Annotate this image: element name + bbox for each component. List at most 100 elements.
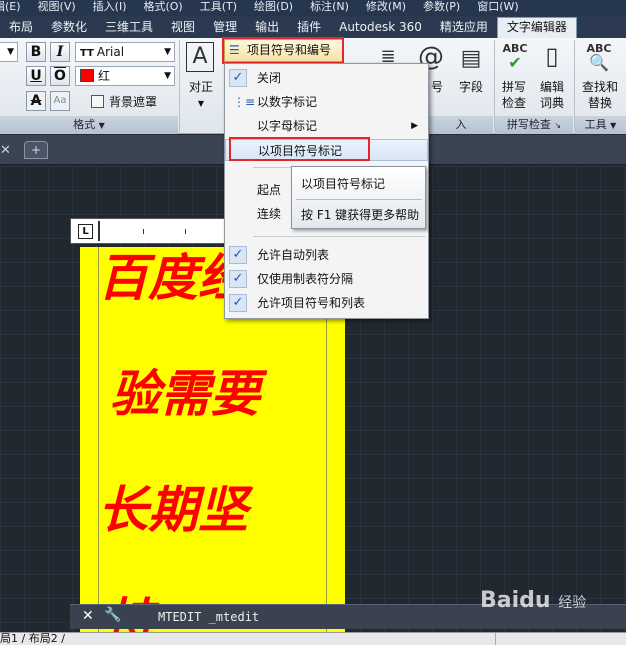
justify-icon[interactable]: A (186, 42, 214, 72)
mtext-line-2[interactable]: 验需要 (110, 366, 260, 422)
menu-item-off[interactable]: ✓ 关闭 (225, 67, 428, 89)
font-icon: TT (80, 48, 94, 59)
tools-group-bar[interactable]: 工具 ▼ (575, 116, 626, 134)
chevron-down-icon: ▼ (197, 99, 205, 108)
tab-layout[interactable]: 布局 (0, 16, 42, 38)
color-combo[interactable]: 红 ▼ (75, 66, 175, 86)
menu-bar: 辑(E) 视图(V) 插入(I) 格式(O) 工具(T) 绘图(D) 标注(N)… (0, 0, 626, 16)
menu-item-label: 起点 (257, 183, 282, 197)
menu-parametric[interactable]: 参数(P) (423, 0, 465, 16)
menu-dimension[interactable]: 标注(N) (310, 0, 354, 16)
edit-dictionary-label-1: 编辑 (539, 80, 564, 94)
menu-item-allow-bullets[interactable]: ✓ 允许项目符号和列表 (225, 292, 428, 314)
menu-item-label: 以数字标记 (257, 95, 318, 109)
style-combo-edge[interactable]: ▼ (0, 42, 18, 62)
check-icon: ✓ (229, 246, 247, 264)
numbered-list-icon: ⋮≡ (233, 95, 256, 109)
menu-insert[interactable]: 插入(I) (93, 0, 132, 16)
ribbon-tabs: 布局 参数化 三维工具 视图 管理 输出 插件 Autodesk 360 精选应… (0, 16, 626, 38)
strikethrough-button[interactable]: A (26, 91, 46, 111)
menu-item-auto-list[interactable]: ✓ 允许自动列表 (225, 244, 428, 266)
menu-item-label: 允许自动列表 (257, 248, 330, 262)
menu-view[interactable]: 视图(V) (38, 0, 81, 16)
tooltip-help: 按 F1 键获得更多帮助 (301, 208, 420, 222)
background-mask-label: 背景遮罩 (109, 95, 158, 109)
format-group-label: 格式 (73, 118, 96, 131)
ruler-tick (143, 229, 144, 234)
chevron-down-icon: ▼ (7, 47, 14, 57)
red-highlight-box (229, 137, 370, 161)
color-swatch (80, 69, 94, 82)
field-icon[interactable]: ▤ (456, 46, 486, 71)
menu-item-numbered[interactable]: ⋮≡ 以数字标记 (225, 91, 428, 113)
group-separator (179, 40, 180, 132)
dictionary-icon[interactable]: ▯ (540, 42, 564, 70)
tab-manage[interactable]: 管理 (204, 16, 246, 38)
symbol-label: 号 (430, 80, 443, 94)
field-label: 字段 (458, 80, 483, 94)
mtext-line-3[interactable]: 长期坚 (98, 482, 248, 538)
background-mask-button[interactable]: 背景遮罩 (91, 93, 157, 110)
wrench-icon[interactable]: 🔧 (104, 607, 121, 623)
watermark-text: Baidu (480, 588, 551, 613)
justify-label: 对正 (188, 80, 213, 94)
check-icon: ✓ (229, 69, 247, 87)
chevron-down-icon: ▼ (164, 71, 171, 81)
close-icon[interactable]: ✕ (0, 143, 11, 158)
status-bar: 局1 ∕ 布局2 ∕ (0, 632, 626, 645)
italic-button[interactable]: I (50, 42, 70, 62)
layout-tabs[interactable]: 局1 ∕ 布局2 ∕ (0, 633, 65, 645)
change-case-button[interactable]: Aa (50, 91, 70, 111)
tab-type-icon[interactable]: L (78, 224, 93, 239)
find-replace-icon[interactable]: ABC 🔍 (584, 42, 614, 72)
tab-3d-tools[interactable]: 三维工具 (96, 16, 162, 38)
tab-output[interactable]: 输出 (246, 16, 288, 38)
find-replace-label-2: 替换 (587, 96, 612, 110)
expand-icon: ↘ (554, 121, 562, 130)
chevron-down-icon: ▼ (610, 121, 617, 130)
menu-format[interactable]: 格式(O) (143, 0, 187, 16)
horizontal-scrollbar[interactable] (495, 633, 626, 645)
menu-item-tab-delimiter[interactable]: ✓ 仅使用制表符分隔 (225, 268, 428, 290)
tab-parametric[interactable]: 参数化 (42, 16, 96, 38)
close-icon[interactable]: ✕ (82, 608, 94, 624)
menu-tools[interactable]: 工具(T) (200, 0, 242, 16)
underline-button[interactable]: U (26, 66, 46, 86)
new-tab-icon[interactable]: + (24, 141, 48, 159)
check-icon: ✓ (229, 270, 247, 288)
format-group-bar[interactable]: 格式 ▼ (0, 116, 178, 134)
menu-item-label: 连续 (257, 207, 282, 221)
insert-group-bar[interactable]: 入 (429, 116, 493, 134)
edit-dictionary-label-2: 词典 (539, 96, 564, 110)
bold-button[interactable]: B (26, 42, 46, 62)
tab-view[interactable]: 视图 (162, 16, 204, 38)
menu-item-label: 仅使用制表符分隔 (257, 272, 354, 286)
red-highlight-box (222, 37, 344, 64)
find-replace-label-1: 查找和 (581, 80, 618, 94)
tab-plugins[interactable]: 插件 (288, 16, 330, 38)
command-text: MTEDIT _mtedit (158, 610, 260, 624)
tooltip-separator (296, 199, 422, 200)
watermark-sub: 经验 (558, 595, 587, 611)
tooltip: 以项目符号标记 按 F1 键获得更多帮助 (291, 166, 426, 229)
tab-text-editor[interactable]: 文字编辑器 (496, 17, 577, 38)
menu-modify[interactable]: 修改(M) (366, 0, 411, 16)
overline-button[interactable]: O (50, 66, 70, 86)
menu-item-label: 允许项目符号和列表 (257, 296, 366, 310)
font-combo[interactable]: TT Arial ▼ (75, 42, 175, 62)
text-ruler[interactable]: L (70, 218, 230, 244)
menu-separator (253, 236, 425, 237)
indent-marker[interactable] (98, 221, 100, 241)
menu-window[interactable]: 窗口(W) (477, 0, 523, 16)
tab-autodesk-360[interactable]: Autodesk 360 (330, 16, 431, 38)
tools-group-label: 工具 (584, 118, 607, 131)
submenu-arrow-icon: ▶ (411, 121, 418, 131)
spell-check-group-bar[interactable]: 拼写检查 ↘ (495, 116, 573, 134)
chevron-down-icon: ▼ (98, 121, 105, 130)
menu-edit[interactable]: 辑(E) (0, 0, 26, 16)
menu-draw[interactable]: 绘图(D) (254, 0, 298, 16)
tab-featured-apps[interactable]: 精选应用 (431, 16, 497, 38)
spell-check-icon[interactable]: ABC ✔ (500, 42, 530, 72)
menu-item-lettered[interactable]: 以字母标记 ▶ (225, 115, 428, 137)
ruler-tick (185, 229, 186, 234)
